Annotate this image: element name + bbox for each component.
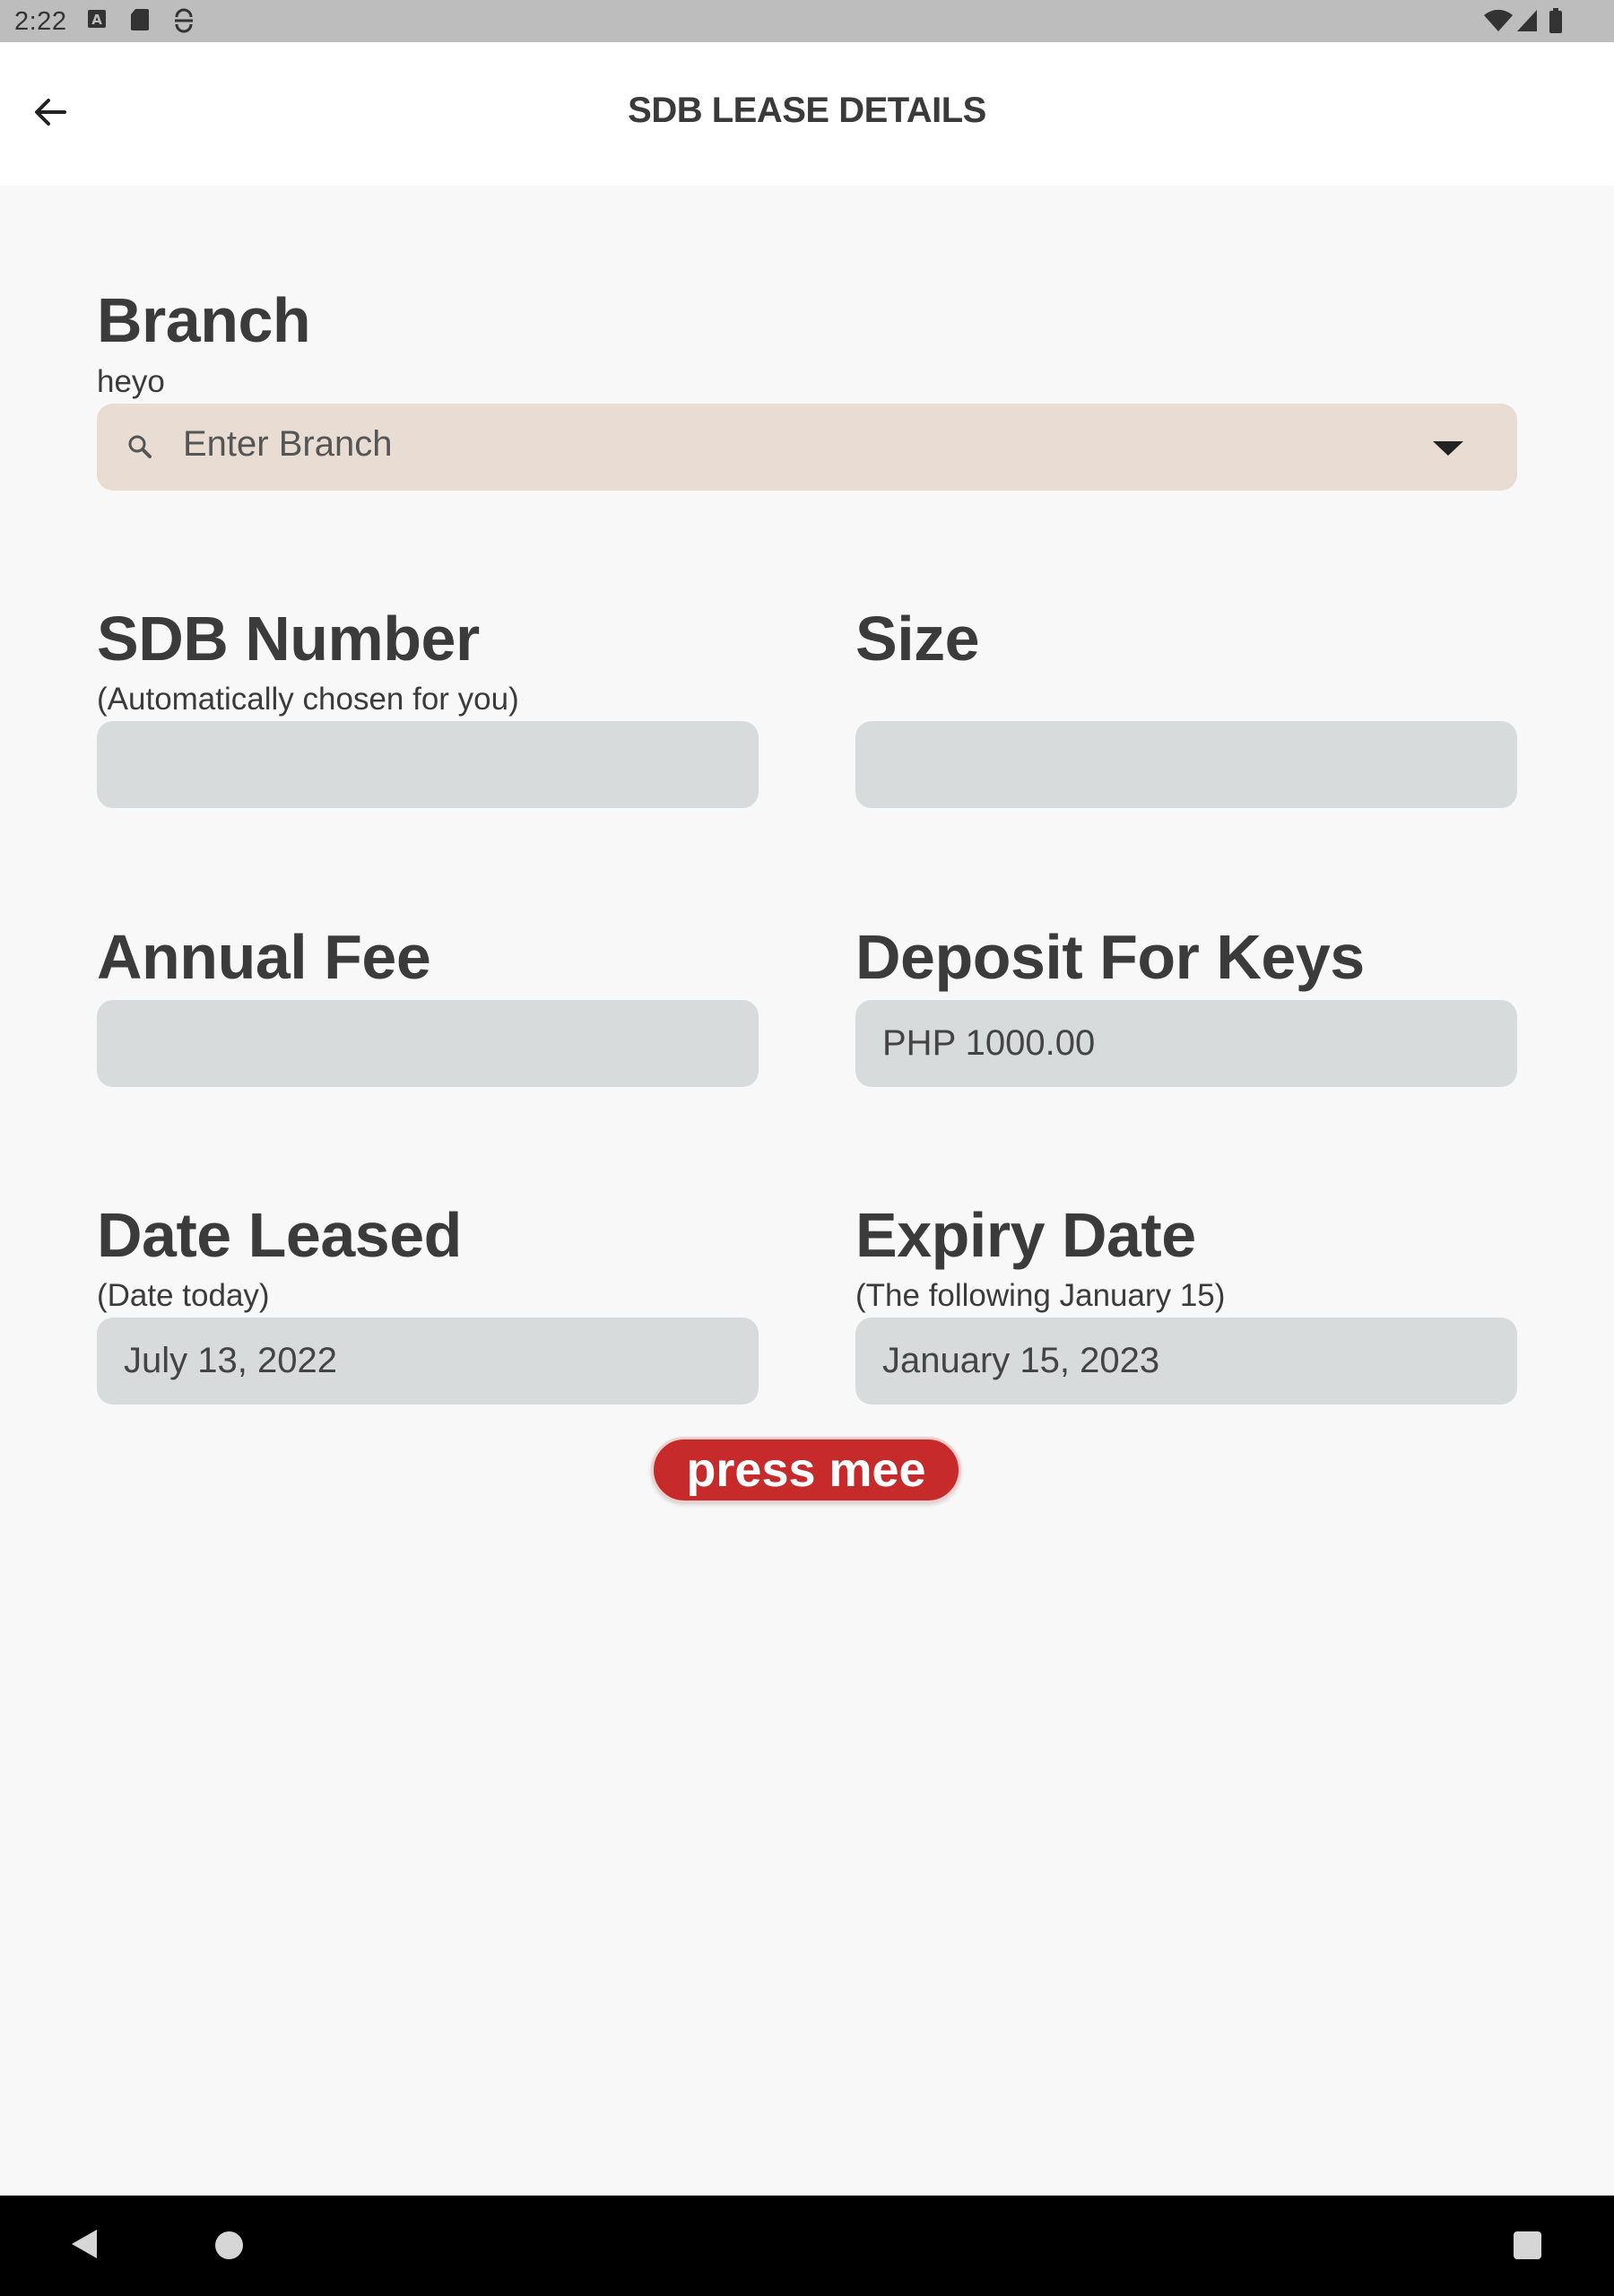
- expiry-date-label: Expiry Date: [855, 1200, 1196, 1270]
- status-bar: 2:22 A: [0, 0, 1614, 42]
- cell-signal-icon: [1515, 8, 1539, 33]
- search-icon: [128, 435, 152, 458]
- sdb-number-sublabel: (Automatically chosen for you): [97, 682, 519, 717]
- date-leased-value: July 13, 2022: [124, 1341, 337, 1380]
- app-bar: SDB LEASE DETAILS: [0, 42, 1614, 186]
- annual-fee-field[interactable]: [97, 1000, 759, 1087]
- branch-input-placeholder[interactable]: Enter Branch: [183, 424, 392, 465]
- system-nav-bar: [0, 2196, 1614, 2296]
- dropdown-arrow-icon[interactable]: [1431, 439, 1465, 457]
- date-leased-label: Date Leased: [97, 1200, 462, 1270]
- a-box-icon: A: [86, 8, 108, 30]
- deposit-for-keys-value: PHP 1000.00: [882, 1023, 1096, 1063]
- nav-recents-icon[interactable]: [1514, 2231, 1541, 2259]
- nav-home-icon[interactable]: [215, 2231, 243, 2259]
- wifi-icon: [1483, 8, 1514, 33]
- branch-sublabel: heyo: [97, 364, 165, 399]
- sd-card-icon: [129, 8, 151, 31]
- sync-icon: [172, 8, 195, 33]
- expiry-date-sublabel: (The following January 15): [855, 1278, 1226, 1313]
- page-title: SDB LEASE DETAILS: [628, 91, 986, 130]
- sdb-number-label: SDB Number: [97, 604, 480, 674]
- battery-icon: [1549, 8, 1563, 33]
- deposit-for-keys-label: Deposit For Keys: [855, 922, 1365, 992]
- size-field[interactable]: [855, 721, 1517, 808]
- svg-text:A: A: [91, 12, 102, 28]
- annual-fee-label: Annual Fee: [97, 922, 431, 992]
- deposit-for-keys-field[interactable]: PHP 1000.00: [855, 1000, 1517, 1087]
- nav-back-icon[interactable]: [70, 2228, 99, 2260]
- branch-label: Branch: [97, 285, 311, 355]
- size-label: Size: [855, 604, 980, 674]
- press-mee-button[interactable]: press mee: [651, 1437, 961, 1503]
- status-time: 2:22: [14, 7, 67, 36]
- expiry-date-value: January 15, 2023: [882, 1341, 1160, 1380]
- date-leased-sublabel: (Date today): [97, 1278, 270, 1313]
- expiry-date-field[interactable]: January 15, 2023: [855, 1318, 1517, 1405]
- date-leased-field[interactable]: July 13, 2022: [97, 1318, 759, 1405]
- sdb-number-field[interactable]: [97, 721, 759, 808]
